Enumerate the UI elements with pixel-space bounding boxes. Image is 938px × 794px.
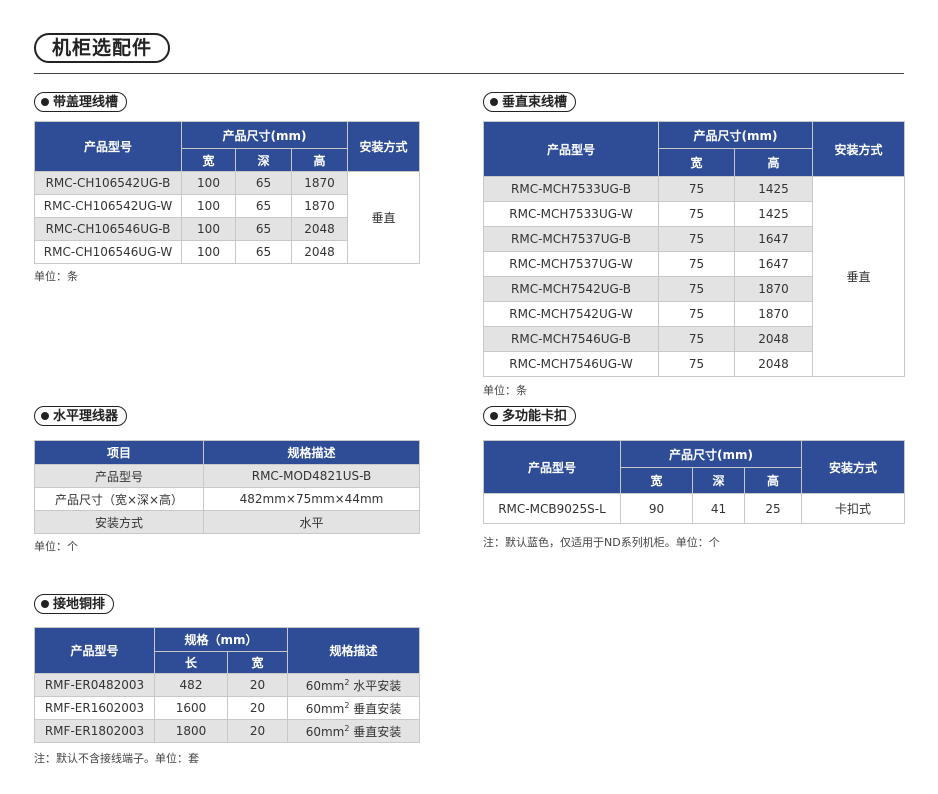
section-title-cover-trunk: 带盖理线槽 (34, 92, 128, 112)
cover-trunk-table: 产品型号 产品尺寸(mm) 安装方式 宽 深 高 RMC-CH106542UG-… (34, 121, 420, 264)
bullet-icon (41, 412, 49, 420)
header-install: 安装方式 (801, 440, 905, 494)
cover-trunk-note: 单位：条 (34, 270, 78, 283)
header-height: 高 (291, 148, 348, 172)
title-divider (34, 73, 904, 74)
page-title: 机柜选配件 (34, 33, 171, 63)
header-size: 产品尺寸(mm) (620, 440, 802, 468)
install-cell: 垂直 (347, 171, 420, 264)
bullet-icon (490, 98, 498, 106)
table-row: RMF-ER1802003 1800 20 60mm2 垂直安装 (34, 719, 421, 743)
section-title-horizontal-manager: 水平理线器 (34, 406, 128, 426)
header-length: 长 (154, 651, 228, 674)
header-model: 产品型号 (34, 121, 182, 172)
table-row: RMC-MCB9025S-L 90 41 25 卡扣式 (483, 493, 905, 524)
header-size: 产品尺寸(mm) (181, 121, 348, 149)
bullet-icon (490, 412, 498, 420)
bullet-icon (41, 98, 49, 106)
table-row: RMF-ER0482003 482 20 60mm2 水平安装 (34, 673, 421, 697)
header-model: 产品型号 (483, 440, 621, 494)
vertical-trunk-note: 单位：条 (483, 384, 527, 397)
header-height: 高 (733, 148, 814, 177)
header-width: 宽 (658, 148, 735, 177)
header-depth: 深 (692, 467, 745, 494)
header-spec: 规格（mm） (153, 627, 289, 652)
header-spec: 规格描述 (203, 440, 420, 465)
header-model: 产品型号 (483, 121, 659, 177)
header-install: 安装方式 (812, 121, 906, 177)
table-row: RMF-ER1602003 1600 20 60mm2 垂直安装 (34, 696, 421, 720)
section-title-clip: 多功能卡扣 (483, 406, 577, 426)
clip-table: 产品型号 产品尺寸(mm) 安装方式 宽 深 高 RMC-MCB9025S-L … (483, 440, 905, 524)
header-item: 项目 (34, 440, 204, 465)
table-row: 产品尺寸（宽×深×高） 482mm×75mm×44mm (34, 487, 420, 511)
table-row: 产品型号 RMC-MOD4821US-B (34, 464, 420, 488)
section-title-ground-bar: 接地铜排 (34, 594, 115, 614)
clip-note: 注：默认蓝色，仅适用于ND系列机柜。单位：个 (483, 536, 720, 549)
horizontal-manager-table: 项目 规格描述 产品型号 RMC-MOD4821US-B 产品尺寸（宽×深×高）… (34, 440, 420, 534)
header-install: 安装方式 (347, 121, 420, 172)
table-row: RMC-CH106542UG-B 100 65 1870 垂直 (34, 171, 420, 264)
vertical-trunk-table: 产品型号 产品尺寸(mm) 安装方式 宽 高 RMC-MCH7533UG-B 7… (483, 121, 906, 377)
ground-bar-note: 注：默认不含接线端子。单位：套 (34, 752, 199, 765)
header-width: 宽 (226, 651, 289, 674)
header-width: 宽 (181, 148, 236, 172)
section-title-vertical-trunk: 垂直束线槽 (483, 92, 577, 112)
header-depth: 深 (235, 148, 292, 172)
table-row: 安装方式 水平 (34, 510, 420, 534)
header-width: 宽 (620, 467, 693, 494)
horizontal-manager-note: 单位：个 (34, 540, 78, 553)
bullet-icon (41, 600, 49, 608)
header-height: 高 (744, 467, 802, 494)
install-cell: 垂直 (812, 176, 906, 377)
header-size: 产品尺寸(mm) (657, 121, 814, 149)
header-desc: 规格描述 (287, 627, 421, 674)
header-model: 产品型号 (34, 627, 155, 674)
ground-bar-table: 产品型号 规格（mm） 规格描述 长 宽 RMF-ER0482003 482 2… (34, 627, 421, 743)
table-row: RMC-MCH7533UG-B 75 1425 垂直 (483, 176, 906, 377)
